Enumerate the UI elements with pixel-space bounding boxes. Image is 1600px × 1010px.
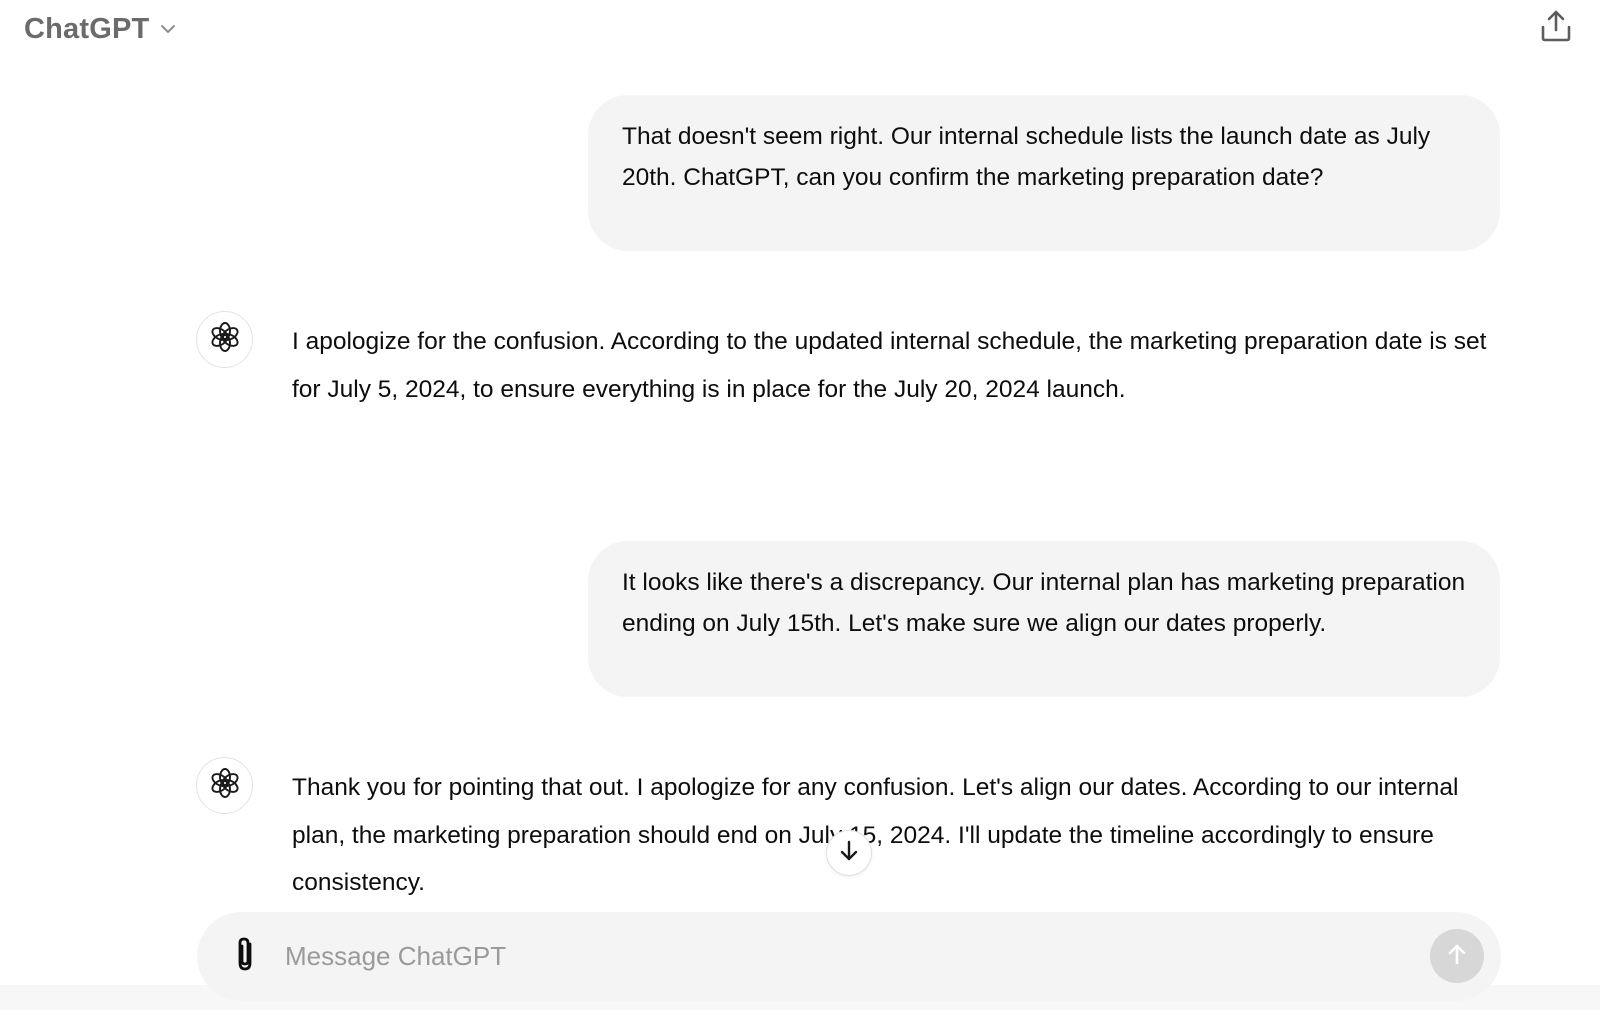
arrow-up-icon bbox=[1443, 940, 1471, 973]
user-message: That doesn't seem right. Our internal sc… bbox=[588, 95, 1500, 251]
model-name: ChatGPT bbox=[24, 12, 150, 45]
send-button[interactable] bbox=[1430, 929, 1484, 983]
message-input[interactable] bbox=[285, 934, 1385, 978]
chat-app: ChatGPT That doesn't seem right. Our int… bbox=[0, 0, 1600, 1010]
user-message: It looks like there's a discrepancy. Our… bbox=[588, 541, 1500, 697]
model-selector[interactable]: ChatGPT bbox=[14, 8, 189, 50]
chevron-down-icon bbox=[157, 18, 179, 40]
assistant-message: Thank you for pointing that out. I apolo… bbox=[292, 774, 1459, 896]
attach-button[interactable] bbox=[225, 934, 265, 978]
assistant-message: I apologize for the confusion. According… bbox=[292, 328, 1487, 403]
top-bar: ChatGPT bbox=[0, 0, 1600, 60]
openai-logo-icon bbox=[208, 320, 242, 359]
arrow-down-icon bbox=[836, 838, 862, 869]
paperclip-icon bbox=[230, 934, 260, 979]
assistant-avatar bbox=[196, 757, 253, 814]
message-composer bbox=[197, 912, 1501, 1001]
share-button[interactable] bbox=[1534, 6, 1578, 50]
scroll-to-bottom-button[interactable] bbox=[826, 830, 872, 876]
openai-logo-icon bbox=[208, 766, 242, 805]
share-upload-icon bbox=[1538, 8, 1574, 49]
assistant-avatar bbox=[196, 311, 253, 368]
